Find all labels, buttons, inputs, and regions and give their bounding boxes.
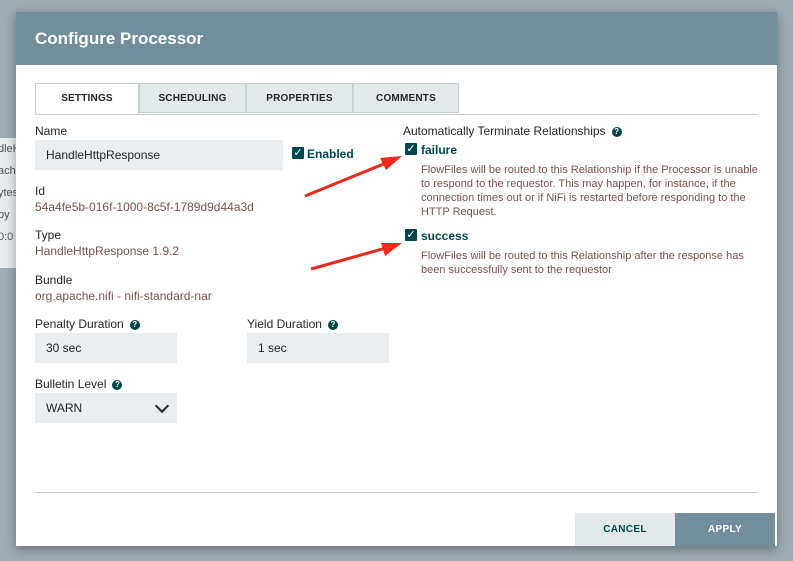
chevron-down-icon (154, 398, 170, 414)
name-input[interactable]: HandleHttpResponse (35, 140, 283, 170)
type-label: Type (35, 228, 62, 242)
tab-divider (35, 114, 758, 115)
penalty-duration-input[interactable]: 30 sec (35, 333, 177, 363)
checkmark-icon: ✓ (406, 229, 416, 241)
enabled-label: Enabled (307, 147, 354, 161)
enabled-checkbox[interactable]: ✓ (292, 147, 304, 159)
cancel-button[interactable]: CANCEL (575, 513, 675, 546)
auto-terminate-title: Automatically Terminate Relationships? (403, 124, 622, 138)
relationship-description-success: FlowFiles will be routed to this Relatio… (421, 250, 744, 276)
type-value: HandleHttpResponse 1.9.2 (35, 244, 180, 258)
bundle-value: org.apache.nifi - nifi-standard-nar (35, 289, 212, 303)
tab-settings[interactable]: SETTINGS (35, 83, 139, 115)
yield-duration-label-text: Yield Duration (247, 317, 322, 331)
bulletin-level-select[interactable]: WARN (35, 393, 177, 423)
relationship-description-failure: FlowFiles will be routed to this Relatio… (421, 164, 758, 218)
id-label: Id (35, 184, 46, 198)
dialog-title: Configure Processor (16, 12, 777, 65)
auto-terminate-title-text: Automatically Terminate Relationships (403, 124, 606, 138)
tab-scheduling[interactable]: SCHEDULING (139, 83, 246, 113)
help-icon[interactable]: ? (611, 126, 622, 137)
checkmark-icon: ✓ (406, 143, 416, 155)
yield-duration-input[interactable]: 1 sec (247, 333, 389, 363)
checkmark-icon: ✓ (293, 147, 303, 159)
name-label: Name (35, 124, 68, 138)
help-icon[interactable]: ? (327, 319, 338, 330)
tab-comments[interactable]: COMMENTS (353, 83, 459, 113)
success-checkbox[interactable]: ✓ (405, 229, 417, 241)
bulletin-level-value: WARN (46, 401, 83, 415)
relationship-name-success: success (421, 229, 469, 243)
relationship-name-failure: failure (421, 143, 458, 157)
failure-checkbox[interactable]: ✓ (405, 143, 417, 155)
tab-properties[interactable]: PROPERTIES (246, 83, 353, 113)
footer-divider (35, 492, 758, 493)
configure-processor-dialog: Configure Processor SETTINGS SCHEDULING … (16, 12, 777, 546)
bulletin-level-label: Bulletin Level? (35, 377, 123, 391)
help-icon[interactable]: ? (112, 379, 123, 390)
help-icon[interactable]: ? (129, 319, 140, 330)
penalty-duration-label-text: Penalty Duration (35, 317, 124, 331)
bulletin-level-label-text: Bulletin Level (35, 377, 107, 391)
yield-duration-label: Yield Duration? (247, 317, 338, 331)
id-value: 54a4fe5b-016f-1000-8c5f-1789d9d44a3d (35, 200, 254, 214)
penalty-duration-label: Penalty Duration? (35, 317, 140, 331)
bundle-label: Bundle (35, 273, 73, 287)
apply-button[interactable]: APPLY (675, 513, 775, 546)
